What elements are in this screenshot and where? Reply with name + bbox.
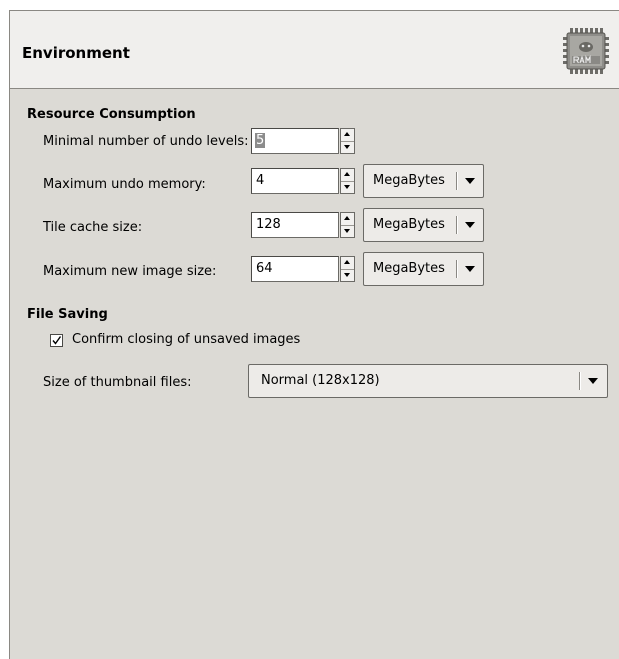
thumbnail-size-select[interactable]: Normal (128x128) [248, 364, 608, 398]
undo-memory-unit-value: MegaBytes [373, 173, 445, 188]
undo-memory-value: 4 [256, 173, 265, 188]
checkmark-icon [52, 336, 62, 345]
combo-separator [456, 172, 458, 190]
tile-cache-unit-value: MegaBytes [373, 217, 445, 232]
undo-memory-input[interactable]: 4 [251, 168, 339, 194]
decrement-button[interactable] [341, 141, 354, 153]
thumbnail-size-value: Normal (128x128) [261, 373, 380, 388]
undo-levels-value: 5 [255, 133, 266, 148]
file-saving-heading: File Saving [27, 307, 108, 322]
new-image-size-value: 64 [256, 261, 273, 276]
undo-memory-spinner[interactable] [340, 168, 355, 194]
arrow-down-icon [344, 229, 350, 233]
arrow-down-icon [344, 145, 350, 149]
undo-levels-label: Minimal number of undo levels: [43, 134, 249, 149]
combo-separator [579, 372, 581, 390]
confirm-close-checkbox[interactable] [50, 334, 63, 347]
new-image-size-label: Maximum new image size: [43, 264, 217, 279]
dropdown-arrow-icon [588, 378, 598, 384]
combo-separator [456, 260, 458, 278]
page-header: Environment [10, 11, 619, 89]
tile-cache-value: 128 [256, 217, 281, 232]
decrement-button[interactable] [341, 225, 354, 237]
tile-cache-spinner[interactable] [340, 212, 355, 238]
arrow-down-icon [344, 185, 350, 189]
undo-memory-unit-select[interactable]: MegaBytes [363, 164, 484, 198]
combo-separator [456, 216, 458, 234]
page-title: Environment [22, 44, 130, 62]
arrow-up-icon [344, 132, 350, 136]
undo-levels-spinner[interactable] [340, 128, 355, 154]
confirm-close-label[interactable]: Confirm closing of unsaved images [72, 332, 300, 347]
top-strip [0, 0, 619, 10]
arrow-up-icon [344, 260, 350, 264]
arrow-down-icon [344, 273, 350, 277]
arrow-up-icon [344, 172, 350, 176]
new-image-size-spinner[interactable] [340, 256, 355, 282]
decrement-button[interactable] [341, 181, 354, 193]
tile-cache-label: Tile cache size: [43, 220, 143, 235]
new-image-size-input[interactable]: 64 [251, 256, 339, 282]
decrement-button[interactable] [341, 269, 354, 281]
tile-cache-unit-select[interactable]: MegaBytes [363, 208, 484, 242]
new-image-size-unit-value: MegaBytes [373, 261, 445, 276]
undo-memory-label: Maximum undo memory: [43, 177, 206, 192]
ram-chip-icon [563, 27, 609, 75]
preferences-page: Environment Resource Consumption Minimal… [9, 10, 619, 659]
tile-cache-input[interactable]: 128 [251, 212, 339, 238]
dropdown-arrow-icon [465, 222, 475, 228]
resource-consumption-heading: Resource Consumption [27, 107, 196, 122]
dropdown-arrow-icon [465, 178, 475, 184]
undo-levels-input[interactable]: 5 [251, 128, 339, 154]
new-image-size-unit-select[interactable]: MegaBytes [363, 252, 484, 286]
thumbnail-size-label: Size of thumbnail files: [43, 375, 192, 390]
arrow-up-icon [344, 216, 350, 220]
dropdown-arrow-icon [465, 266, 475, 272]
